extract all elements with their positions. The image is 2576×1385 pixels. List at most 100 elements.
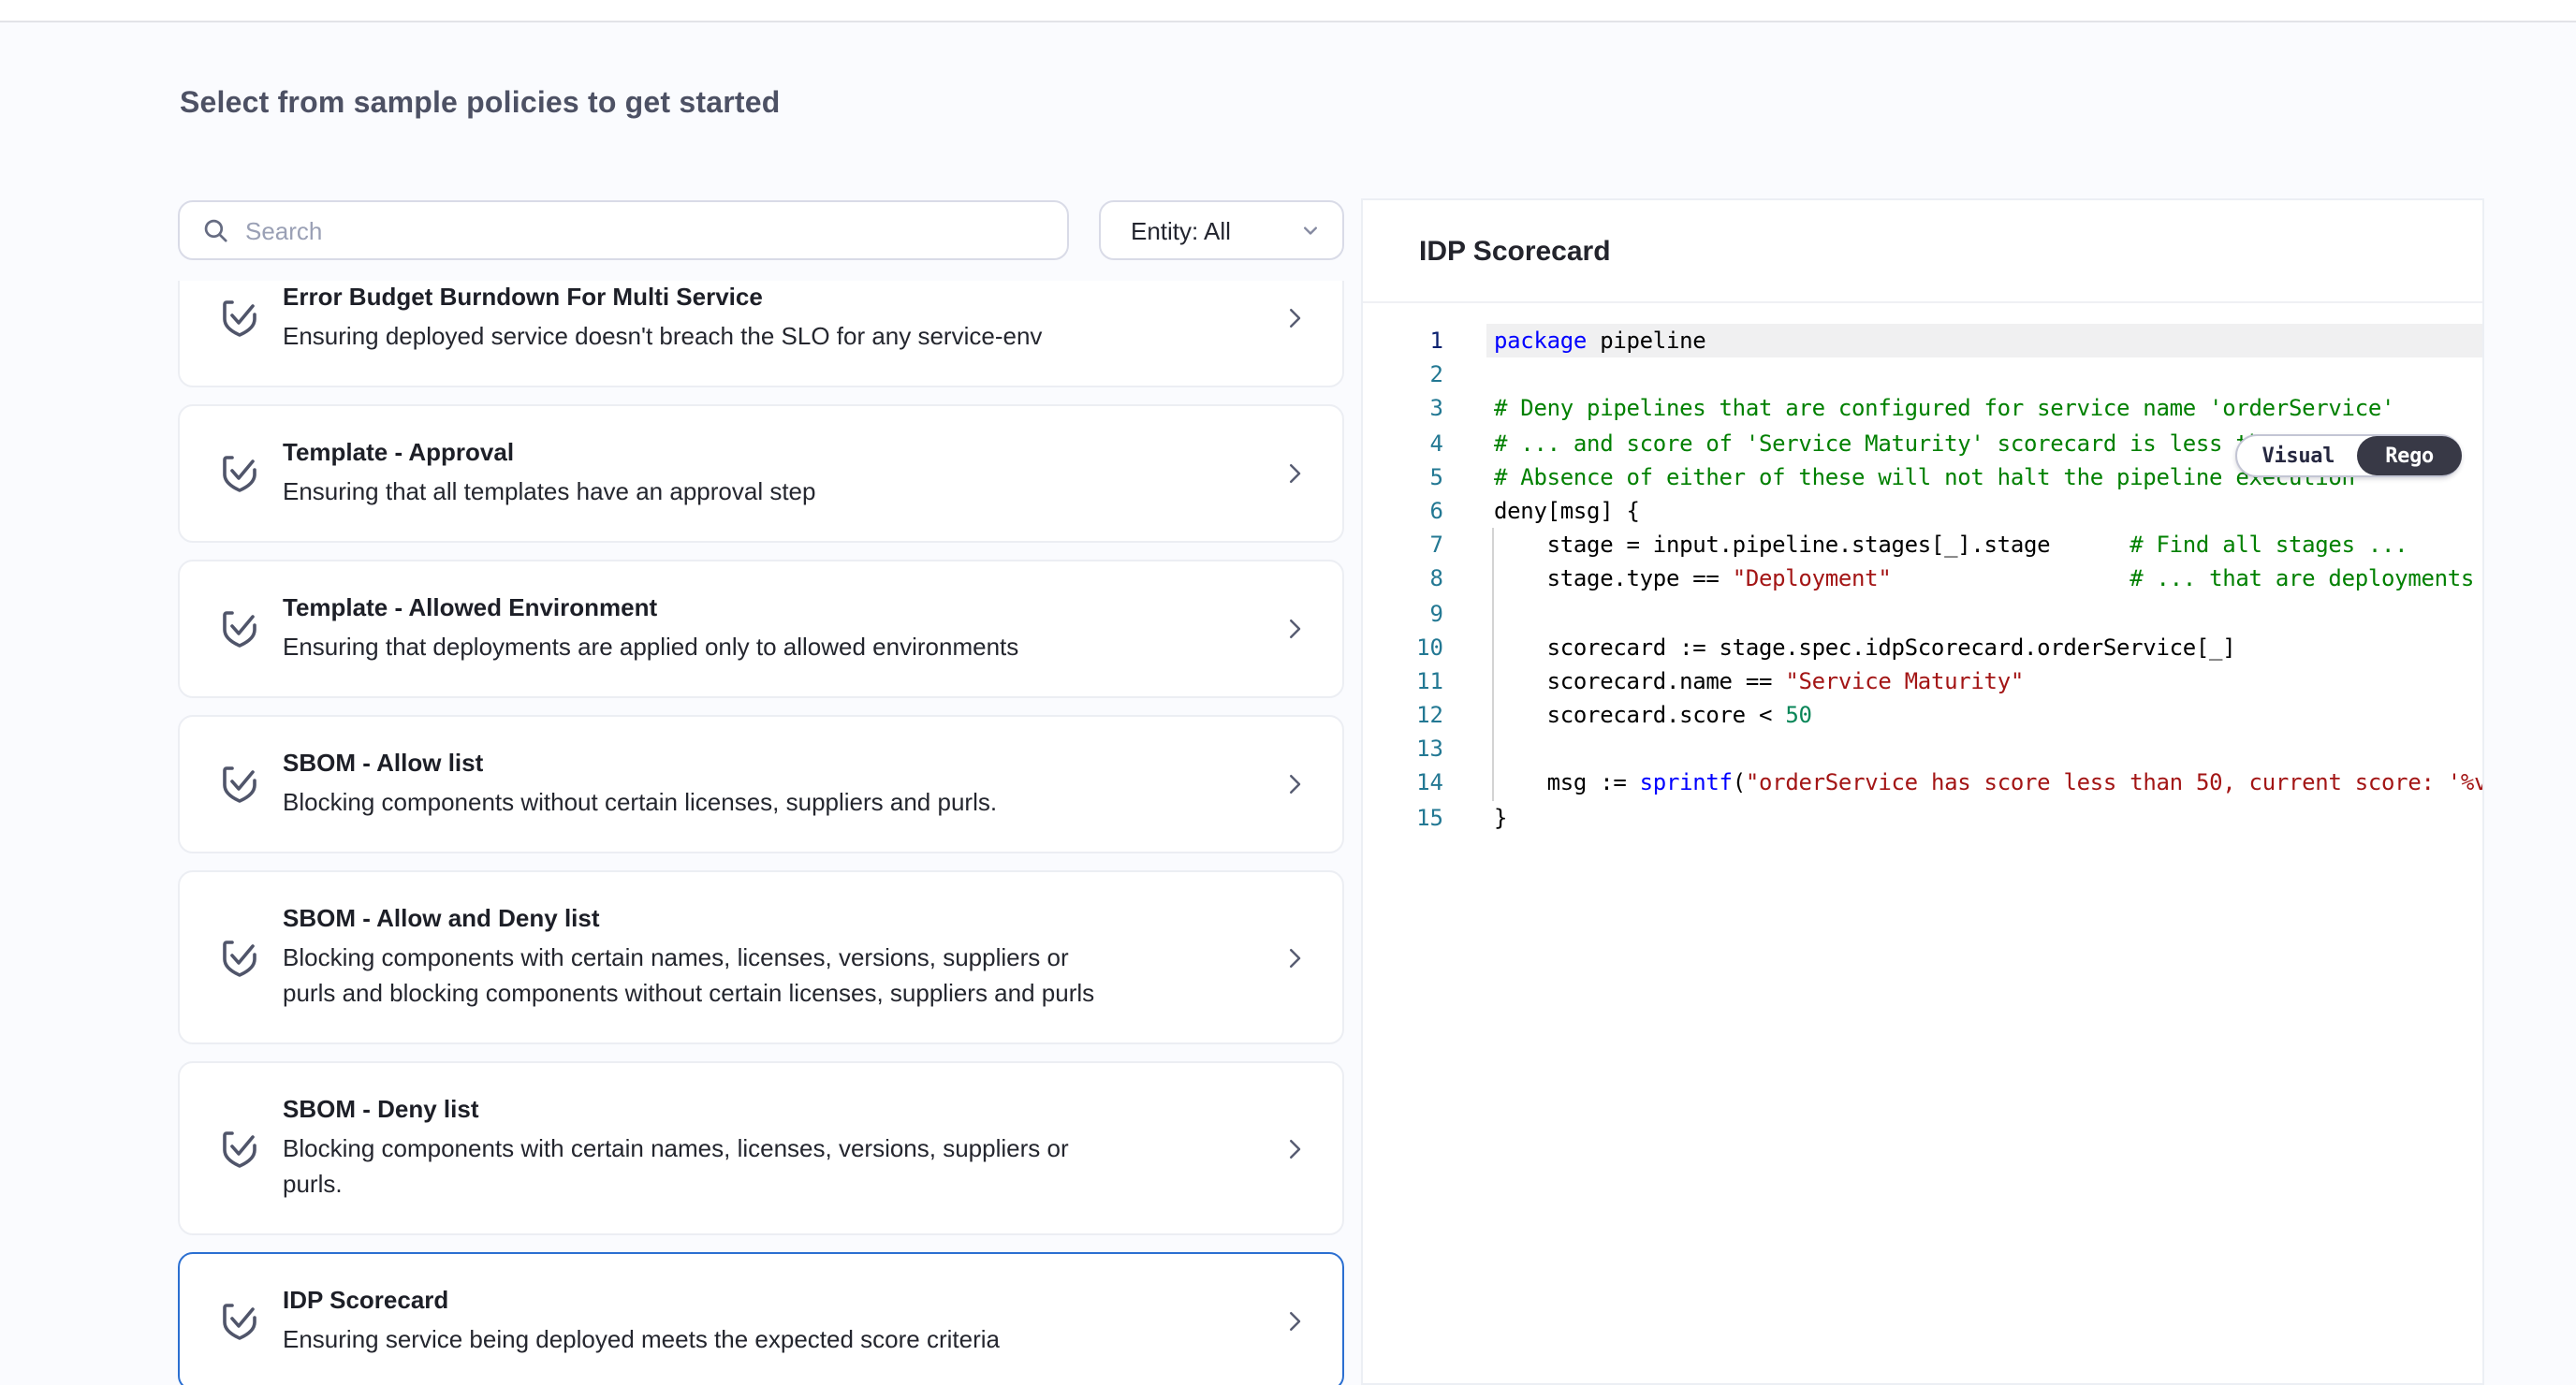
policy-preview-panel: IDP Scorecard VisualRego 1 package pipel… xyxy=(1361,198,2484,1385)
code-line: 14 msg := sprintf("orderService has scor… xyxy=(1363,766,2482,800)
line-content: stage = input.pipeline.stages[_].stage #… xyxy=(1486,528,2482,561)
policy-title: IDP Scorecard xyxy=(283,1286,1256,1316)
policy-description: Blocking components with certain names, … xyxy=(283,940,1256,1011)
policy-card[interactable]: SBOM - Allow and Deny list Blocking comp… xyxy=(178,870,1344,1044)
rego-code-editor[interactable]: VisualRego 1 package pipeline 2 3 # Deny… xyxy=(1363,303,2482,835)
toggle-option-rego[interactable]: Rego xyxy=(2357,436,2462,475)
code-token: scorecard.score < xyxy=(1494,702,1785,728)
code-token: # Find all stages ... xyxy=(2130,532,2408,558)
policy-title: Template - Approval xyxy=(283,438,1256,468)
line-content: package pipeline xyxy=(1486,324,2482,357)
policy-card[interactable]: IDP Scorecard Ensuring service being dep… xyxy=(178,1252,1344,1385)
line-content: scorecard.score < 50 xyxy=(1486,698,2482,732)
chevron-right-icon xyxy=(1281,459,1309,488)
line-number: 7 xyxy=(1363,528,1443,561)
chevron-down-icon xyxy=(1297,217,1324,243)
line-content xyxy=(1486,733,2482,766)
policy-list: Error Budget Burndown For Multi Service … xyxy=(178,281,1344,1385)
line-number: 13 xyxy=(1363,733,1443,766)
code-token: package xyxy=(1494,328,1587,354)
code-token: stage.type == xyxy=(1494,566,1733,592)
line-content: msg := sprintf("orderService has score l… xyxy=(1486,766,2484,800)
code-token: "orderService has score less than 50, cu… xyxy=(1746,770,2484,796)
chevron-right-icon xyxy=(1281,1134,1309,1162)
line-content: scorecard.name == "Service Maturity" xyxy=(1486,664,2482,698)
line-content: scorecard := stage.spec.idpScorecard.ord… xyxy=(1486,630,2482,663)
line-number: 12 xyxy=(1363,698,1443,732)
code-token: 50 xyxy=(1785,702,1811,728)
line-number: 4 xyxy=(1363,426,1443,459)
code-line: 10 scorecard := stage.spec.idpScorecard.… xyxy=(1363,630,2482,663)
code-token xyxy=(2050,532,2130,558)
shield-check-icon xyxy=(215,449,264,498)
code-line: 1 package pipeline xyxy=(1363,324,2482,357)
code-token: scorecard.name == xyxy=(1494,668,1785,694)
line-number: 5 xyxy=(1363,460,1443,494)
chevron-right-icon xyxy=(1281,615,1309,643)
indent-guide xyxy=(1492,528,1494,800)
policy-card[interactable]: Template - Allowed Environment Ensuring … xyxy=(178,560,1344,698)
code-token: stage = input.pipeline.stages[_].stage xyxy=(1494,532,2050,558)
line-content: deny[msg] { xyxy=(1486,494,2482,528)
search-input[interactable] xyxy=(230,216,1067,244)
line-content xyxy=(1486,357,2482,391)
code-token xyxy=(1892,566,2130,592)
policy-card[interactable]: SBOM - Allow list Blocking components wi… xyxy=(178,715,1344,853)
policy-description: Ensuring deployed service doesn't breach… xyxy=(283,318,1256,354)
policy-card[interactable]: SBOM - Deny list Blocking components wit… xyxy=(178,1061,1344,1235)
visual-rego-toggle: VisualRego xyxy=(2236,434,2462,477)
entity-filter-dropdown[interactable]: Entity: All xyxy=(1099,200,1344,260)
line-number: 6 xyxy=(1363,494,1443,528)
line-number: 10 xyxy=(1363,630,1443,663)
code-token: scorecard := stage.spec.idpScorecard.ord… xyxy=(1494,634,2235,660)
line-content xyxy=(1486,596,2482,630)
search-box[interactable] xyxy=(178,200,1069,260)
policy-title: SBOM - Allow list xyxy=(283,749,1256,779)
code-line: 6 deny[msg] { xyxy=(1363,494,2482,528)
code-line: 9 xyxy=(1363,596,2482,630)
shield-check-icon xyxy=(215,1124,264,1173)
code-token: } xyxy=(1494,804,1507,830)
code-line: 3 # Deny pipelines that are configured f… xyxy=(1363,392,2482,426)
code-token: # ... that are deployments xyxy=(2130,566,2474,592)
shield-check-icon xyxy=(215,1297,264,1346)
code-line: 15 } xyxy=(1363,800,2482,834)
line-number: 8 xyxy=(1363,562,1443,596)
panel-header: IDP Scorecard xyxy=(1363,200,2482,303)
policy-card[interactable]: Error Budget Burndown For Multi Service … xyxy=(178,281,1344,387)
policy-card[interactable]: Template - Approval Ensuring that all te… xyxy=(178,404,1344,543)
shield-check-icon xyxy=(215,294,264,343)
panel-title: IDP Scorecard xyxy=(1419,235,1611,267)
line-content: stage.type == "Deployment" # ... that ar… xyxy=(1486,562,2482,596)
code-token: deny[msg] { xyxy=(1494,498,1640,524)
policy-title: Template - Allowed Environment xyxy=(283,593,1256,623)
search-icon xyxy=(200,215,230,245)
chevron-right-icon xyxy=(1281,1307,1309,1335)
code-token: ( xyxy=(1733,770,1746,796)
code-token: pipeline xyxy=(1587,328,1705,354)
policy-description: Ensuring service being deployed meets th… xyxy=(283,1321,1256,1357)
code-token: "Service Maturity" xyxy=(1785,668,2024,694)
line-number: 1 xyxy=(1363,324,1443,357)
shield-check-icon xyxy=(215,760,264,809)
line-number: 11 xyxy=(1363,664,1443,698)
code-token: msg := xyxy=(1494,770,1640,796)
code-line: 8 stage.type == "Deployment" # ... that … xyxy=(1363,562,2482,596)
line-number: 14 xyxy=(1363,766,1443,800)
entity-filter-label: Entity: All xyxy=(1131,216,1297,244)
line-number: 9 xyxy=(1363,596,1443,630)
code-token: # Deny pipelines that are configured for… xyxy=(1494,396,2394,422)
policy-description: Ensuring that deployments are applied on… xyxy=(283,629,1256,664)
top-bar xyxy=(0,0,2576,22)
code-line: 13 xyxy=(1363,733,2482,766)
code-line: 12 scorecard.score < 50 xyxy=(1363,698,2482,732)
code-token: "Deployment" xyxy=(1733,566,1892,592)
line-number: 2 xyxy=(1363,357,1443,391)
code-line: 11 scorecard.name == "Service Maturity" xyxy=(1363,664,2482,698)
toggle-option-visual[interactable]: Visual xyxy=(2238,436,2360,475)
page-title: Select from sample policies to get start… xyxy=(180,88,781,122)
chevron-right-icon xyxy=(1281,770,1309,798)
line-number: 3 xyxy=(1363,392,1443,426)
policy-description: Blocking components without certain lice… xyxy=(283,784,1256,820)
policy-description: Blocking components with certain names, … xyxy=(283,1130,1256,1202)
